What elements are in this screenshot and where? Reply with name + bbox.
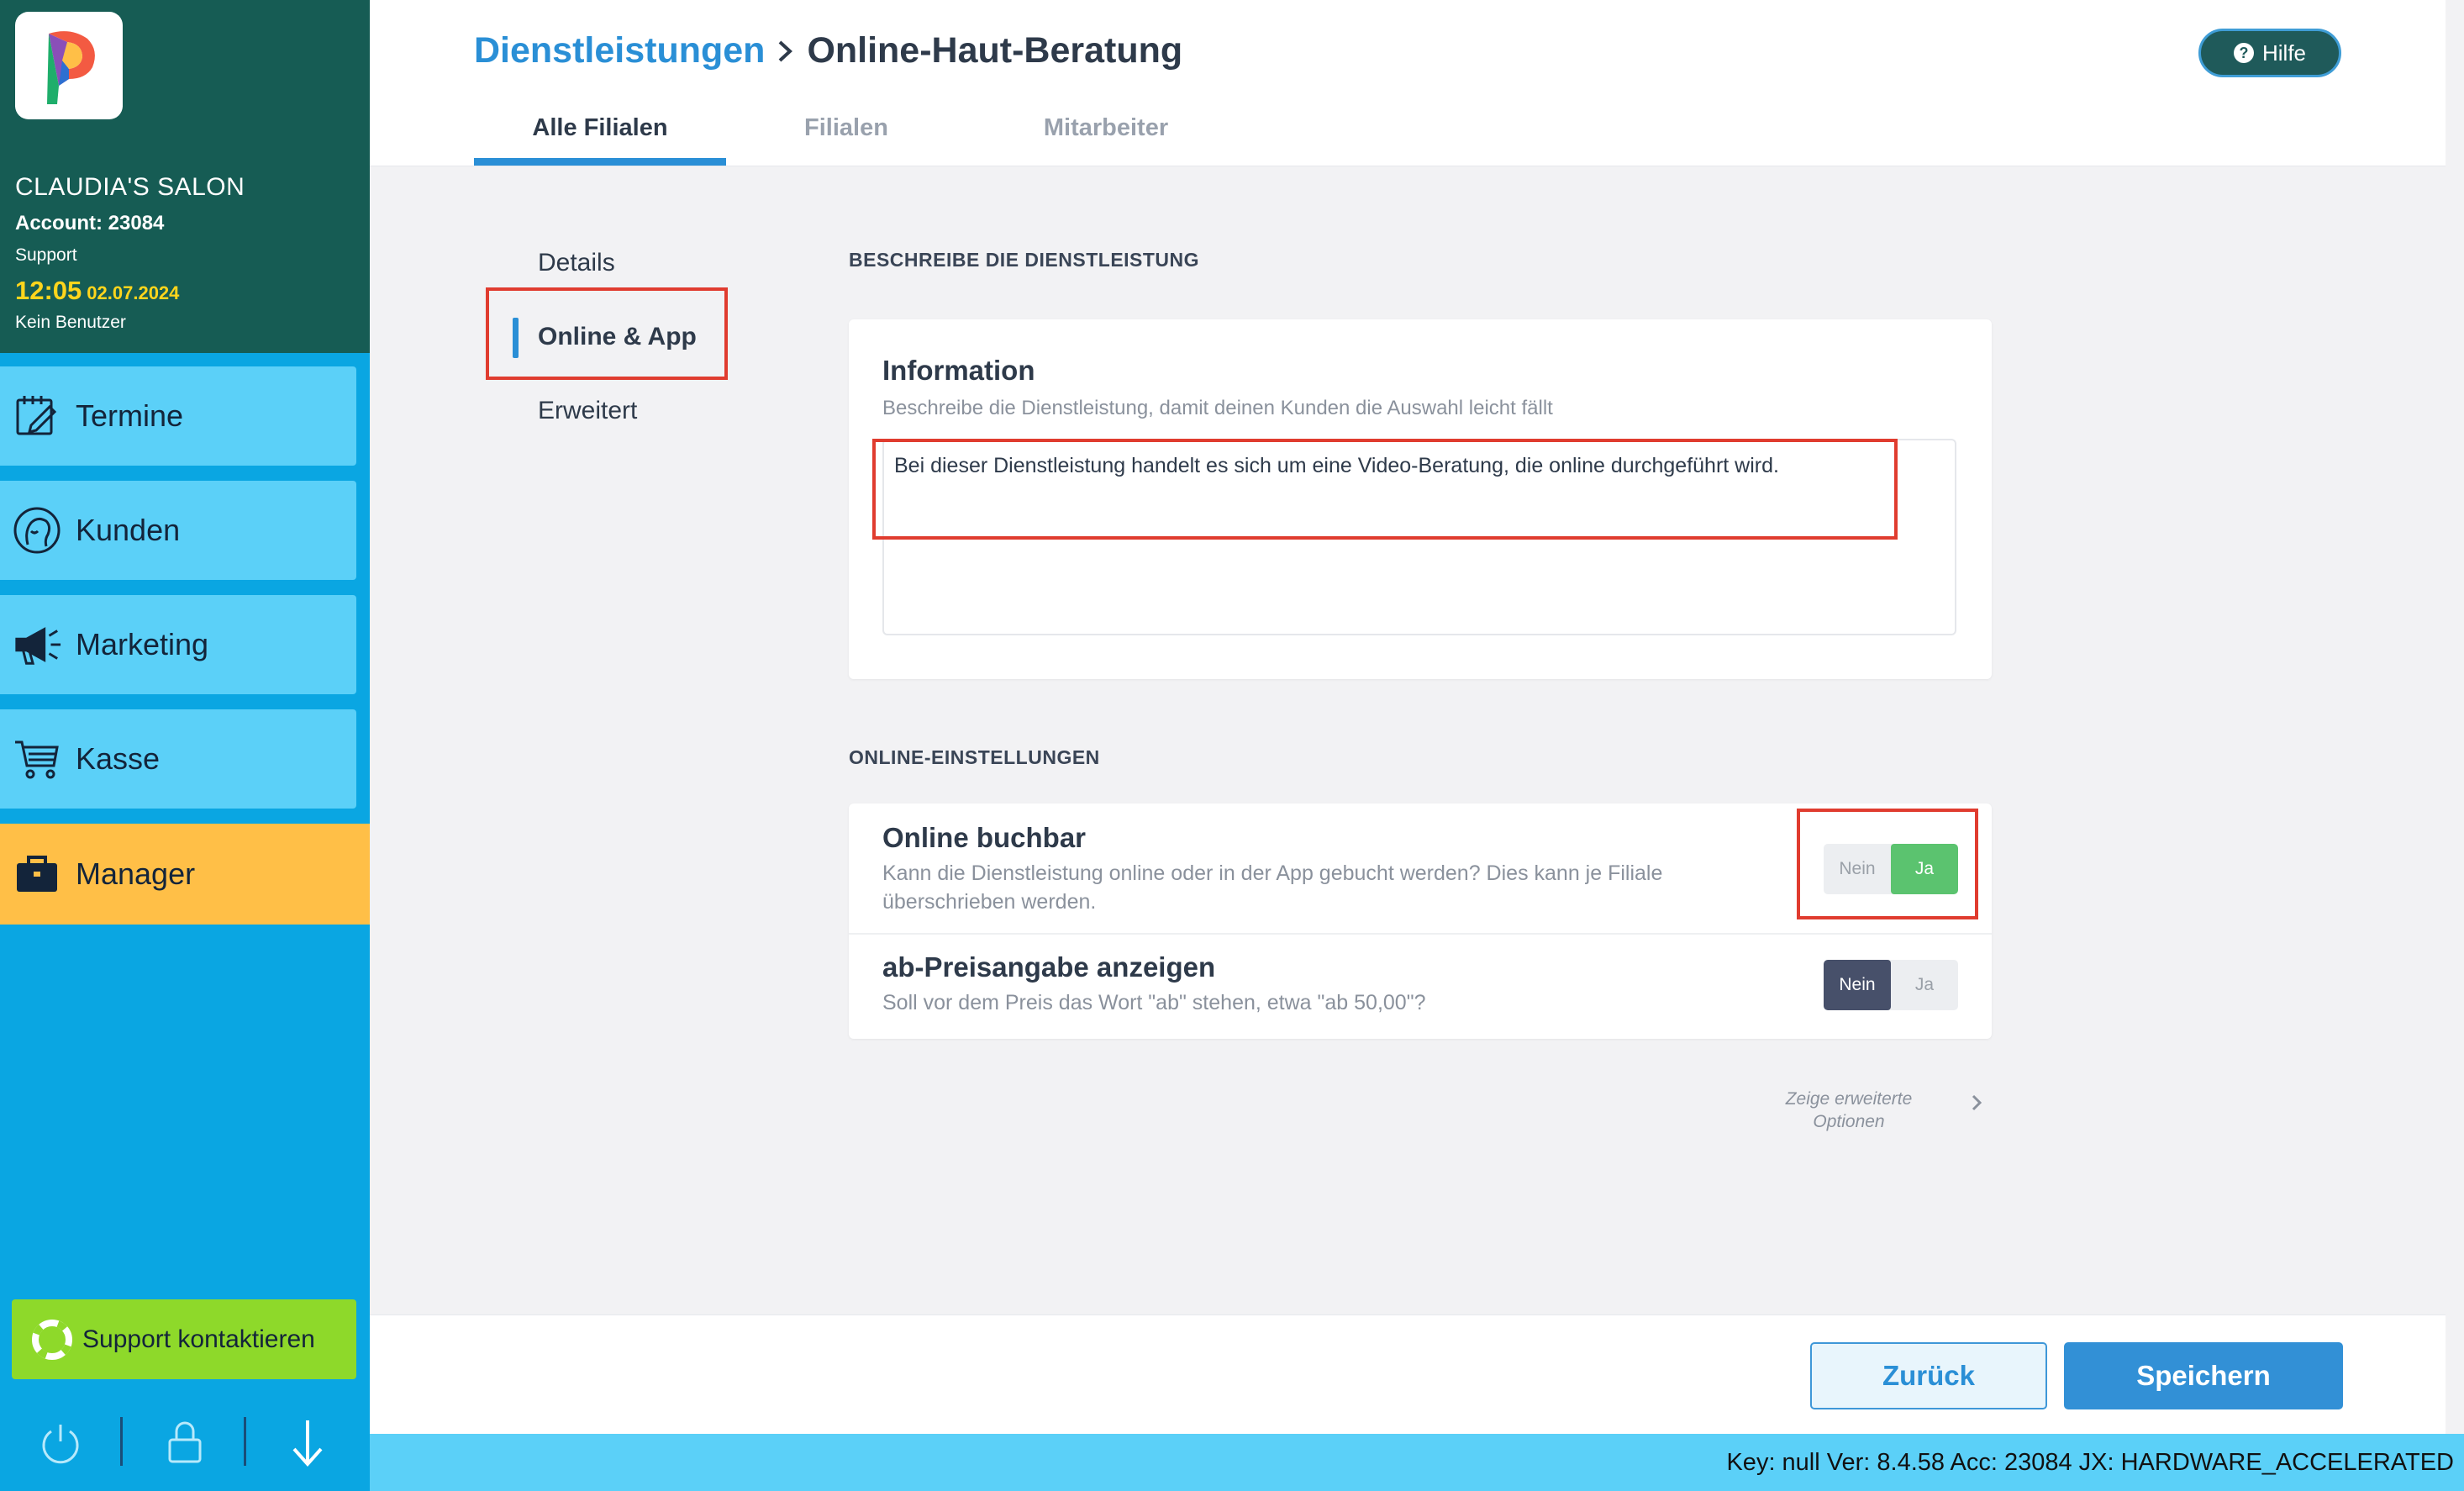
clock: 12:05 02.07.2024	[15, 276, 179, 306]
describe-section-title: BESCHREIBE DIE DIENSTLEISTUNG	[849, 249, 1200, 271]
user-role: Support	[15, 245, 77, 265]
save-button[interactable]: Speichern	[2064, 1342, 2343, 1409]
active-subnav-indicator	[513, 318, 519, 358]
nav-label: Manager	[76, 856, 196, 891]
service-description-textarea[interactable]: Bei dieser Dienstleistung handelt es sic…	[882, 439, 1956, 635]
show-advanced-options-link[interactable]: Zeige erweiterte Optionen	[1765, 1088, 1933, 1133]
nav-manager[interactable]: Manager	[0, 824, 370, 925]
advanced-options-line2: Optionen	[1813, 1112, 1885, 1131]
price-prefix-toggle[interactable]: Nein Ja	[1824, 960, 1958, 1010]
download-arrow-icon[interactable]	[282, 1412, 333, 1473]
option-description: Kann die Dienstleistung online oder in d…	[882, 861, 1663, 914]
salon-name: CLAUDIA'S SALON	[15, 173, 245, 201]
toggle-yes[interactable]: Ja	[1891, 844, 1958, 894]
lifebuoy-icon	[32, 1319, 72, 1360]
chevron-right-icon[interactable]	[1970, 1093, 1983, 1117]
divider	[120, 1417, 123, 1466]
nav-label: Kasse	[76, 741, 161, 776]
advanced-options-line1: Zeige erweiterte	[1785, 1089, 1913, 1109]
subnav-details[interactable]: Details	[538, 249, 615, 277]
salon-info-panel: CLAUDIA'S SALON Account: 23084 Support 1…	[0, 0, 370, 353]
option-price-prefix: ab-Preisangabe anzeigen Soll vor dem Pre…	[849, 935, 1992, 1039]
tab-mitarbeiter[interactable]: Mitarbeiter	[1008, 114, 1203, 142]
customer-head-icon	[12, 505, 62, 556]
window-edge	[2446, 0, 2464, 1434]
clock-date: 02.07.2024	[87, 282, 180, 303]
nav-label: Kunden	[76, 513, 181, 547]
online-bookable-toggle[interactable]: Nein Ja	[1824, 844, 1958, 894]
chevron-right-icon	[777, 39, 795, 64]
option-title: Online buchbar	[882, 822, 1087, 853]
tab-filialen[interactable]: Filialen	[766, 114, 926, 142]
information-card: Information Beschreibe die Dienstleistun…	[849, 319, 1992, 679]
support-button-label: Support kontaktieren	[82, 1325, 315, 1353]
option-online-bookable: Online buchbar Kann die Dienstleistung o…	[849, 803, 1992, 935]
support-contact-button[interactable]: Support kontaktieren	[12, 1299, 356, 1379]
subnav-erweitert[interactable]: Erweitert	[538, 397, 637, 425]
page-header: Dienstleistungen Online-Haut-Beratung ? …	[370, 0, 2446, 166]
divider	[244, 1417, 246, 1466]
nav-label: Marketing	[76, 627, 209, 661]
shopping-cart-icon	[12, 734, 62, 784]
current-user: Kein Benutzer	[15, 313, 126, 332]
toggle-no[interactable]: Nein	[1824, 844, 1891, 894]
help-button[interactable]: ? Hilfe	[2198, 29, 2341, 77]
toggle-no[interactable]: Nein	[1824, 960, 1891, 1010]
information-description: Beschreibe die Dienstleistung, damit dei…	[882, 397, 1553, 419]
nav-label: Termine	[76, 398, 184, 433]
footer-bar: Zurück Speichern	[370, 1315, 2446, 1434]
help-label: Hilfe	[2261, 40, 2306, 66]
option-description: Soll vor dem Preis das Wort "ab" stehen,…	[882, 991, 1426, 1014]
status-text: Key: null Ver: 8.4.58 Acc: 23084 JX: HAR…	[1726, 1449, 2454, 1476]
question-icon: ?	[2233, 43, 2254, 63]
page-title: Online-Haut-Beratung	[807, 30, 1183, 71]
breadcrumb-link[interactable]: Dienstleistungen	[474, 30, 765, 71]
clock-time: 12:05	[15, 276, 82, 305]
toggle-yes[interactable]: Ja	[1891, 960, 1958, 1010]
briefcase-icon	[12, 849, 62, 899]
subnav-online-app[interactable]: Online & App	[538, 323, 697, 351]
nav-kunden[interactable]: Kunden	[0, 481, 356, 580]
information-title: Information	[882, 355, 1035, 386]
status-bar: Key: null Ver: 8.4.58 Acc: 23084 JX: HAR…	[370, 1434, 2464, 1491]
tab-alle-filialen[interactable]: Alle Filialen	[474, 114, 726, 142]
nav-termine[interactable]: Termine	[0, 366, 356, 466]
nav-kasse[interactable]: Kasse	[0, 709, 356, 809]
megaphone-icon	[12, 619, 62, 670]
sidebar: CLAUDIA'S SALON Account: 23084 Support 1…	[0, 0, 370, 1491]
back-button[interactable]: Zurück	[1810, 1342, 2047, 1409]
calendar-edit-icon	[12, 391, 62, 441]
logo-p-icon	[47, 31, 95, 104]
power-icon[interactable]	[35, 1412, 86, 1473]
account-number: Account: 23084	[15, 212, 165, 234]
active-tab-indicator	[474, 158, 726, 166]
lock-icon[interactable]	[160, 1412, 210, 1473]
option-title: ab-Preisangabe anzeigen	[882, 951, 1216, 983]
breadcrumb: Dienstleistungen Online-Haut-Beratung	[474, 30, 1182, 71]
online-section-title: ONLINE-EINSTELLUNGEN	[849, 746, 1100, 768]
app-logo	[15, 12, 123, 119]
online-settings-card: Online buchbar Kann die Dienstleistung o…	[849, 803, 1992, 1039]
nav-marketing[interactable]: Marketing	[0, 595, 356, 694]
